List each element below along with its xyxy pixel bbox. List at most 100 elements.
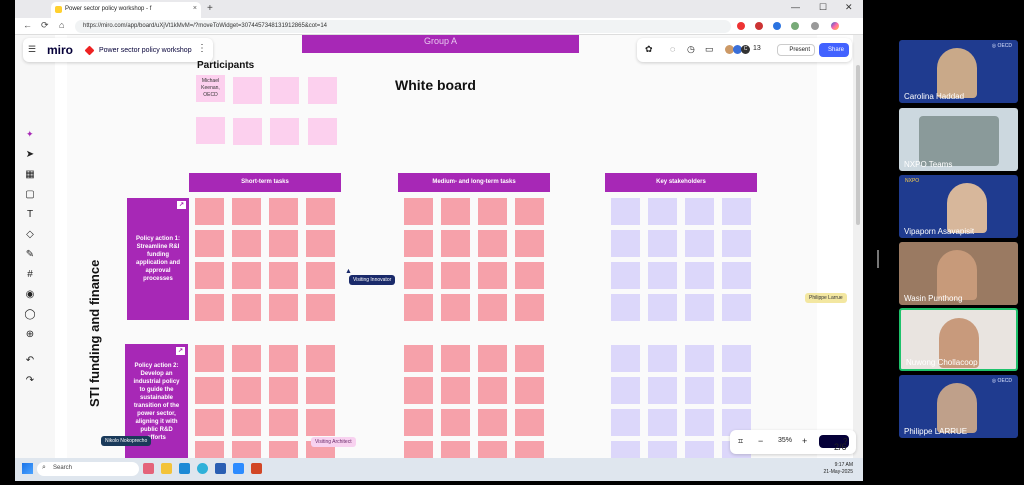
sticky-note[interactable] [685, 262, 714, 289]
sticky-note[interactable] [685, 409, 714, 436]
zoom-in-button[interactable]: + [802, 436, 807, 446]
sticky-note[interactable] [478, 262, 507, 289]
sticky-note[interactable] [648, 345, 677, 372]
sticky-note[interactable] [232, 345, 261, 372]
participant-sticky[interactable]: Michael Keenan, OECD [196, 75, 225, 102]
select-tool-icon[interactable]: ➤ [24, 149, 36, 161]
sticky-note[interactable] [404, 409, 433, 436]
sticky-note[interactable] [404, 230, 433, 257]
chat-icon[interactable]: ◌ [670, 44, 675, 54]
comment-icon[interactable]: ◯ [24, 309, 36, 321]
clock[interactable]: 9:17 AM 21-May-2025 [824, 462, 853, 476]
sticky-note[interactable] [648, 441, 677, 458]
sticky-note[interactable] [269, 377, 298, 404]
sticky-note[interactable] [404, 198, 433, 225]
fit-screen-icon[interactable]: ⌗ [738, 436, 743, 447]
video-tile[interactable]: ◎ OECD Philippe LARRUE [899, 375, 1018, 438]
back-icon[interactable]: ← [23, 20, 32, 30]
avatar[interactable]: C [741, 45, 750, 54]
apps-icon[interactable]: ◉ [24, 289, 36, 301]
participant-sticky[interactable] [233, 77, 262, 104]
sticky-note[interactable] [404, 262, 433, 289]
sticky-note[interactable] [441, 294, 470, 321]
sticky-note[interactable] [269, 294, 298, 321]
extension-icon[interactable] [737, 22, 745, 30]
video-icon[interactable]: ▭ [705, 44, 714, 55]
whiteboard-title[interactable]: White board [395, 77, 476, 93]
sticky-note[interactable] [722, 230, 751, 257]
timer-icon[interactable]: ◷ [687, 44, 695, 55]
sticky-note[interactable] [441, 377, 470, 404]
sticky-note[interactable] [306, 345, 335, 372]
sticky-note[interactable] [611, 377, 640, 404]
sticky-note[interactable] [515, 198, 544, 225]
sticky-note[interactable] [195, 441, 224, 458]
sticky-note[interactable] [685, 377, 714, 404]
sticky-note[interactable] [441, 441, 470, 458]
vertical-section-label[interactable]: STI funding and finance [87, 260, 102, 407]
sticky-note[interactable] [722, 294, 751, 321]
undo-icon[interactable]: ↶ [24, 355, 36, 367]
settings-more-icon[interactable] [811, 22, 819, 30]
header-medium-long-term[interactable]: Medium- and long-term tasks [398, 173, 550, 192]
ai-sparkle-icon[interactable]: ✦ [26, 129, 34, 140]
header-key-stakeholders[interactable]: Key stakeholders [605, 173, 757, 192]
sticky-note[interactable] [648, 377, 677, 404]
sticky-note[interactable] [232, 441, 261, 458]
close-tab-icon[interactable]: × [193, 5, 197, 12]
extension-icon[interactable] [755, 22, 763, 30]
sticky-note[interactable] [685, 294, 714, 321]
url-field[interactable]: https://miro.com/app/board/uXjVt1kMvM=/?… [75, 20, 731, 33]
sticky-note[interactable] [404, 294, 433, 321]
word-icon[interactable] [215, 463, 226, 474]
sticky-note[interactable] [441, 409, 470, 436]
more-options-icon[interactable]: ⋮ [197, 43, 207, 54]
sticky-note[interactable] [441, 230, 470, 257]
video-tile[interactable]: NXPO Teams [899, 108, 1018, 171]
sticky-note[interactable] [648, 198, 677, 225]
sticky-note[interactable] [441, 345, 470, 372]
sticky-note[interactable] [232, 198, 261, 225]
sticky-note[interactable] [478, 198, 507, 225]
sticky-note[interactable] [478, 409, 507, 436]
sticky-note[interactable] [685, 230, 714, 257]
browser-tab[interactable]: Power sector policy workshop - f × [51, 2, 201, 18]
sticky-note[interactable] [722, 377, 751, 404]
zoom-out-button[interactable]: − [758, 436, 763, 446]
powerpoint-icon[interactable] [251, 463, 262, 474]
video-tile[interactable]: NXPO Vipaporn Asavapisit [899, 175, 1018, 238]
sticky-note[interactable] [232, 262, 261, 289]
sticky-note[interactable] [404, 441, 433, 458]
sticky-note[interactable] [722, 262, 751, 289]
sticky-note[interactable] [515, 230, 544, 257]
close-window-button[interactable]: ✕ [845, 2, 853, 13]
participant-sticky[interactable] [196, 117, 225, 144]
sticky-note[interactable] [441, 262, 470, 289]
sticky-note[interactable] [515, 262, 544, 289]
sticky-note[interactable] [269, 262, 298, 289]
minimize-button[interactable]: — [791, 2, 800, 12]
sticky-note[interactable] [195, 230, 224, 257]
sticky-note[interactable] [195, 345, 224, 372]
participant-sticky[interactable] [233, 118, 262, 145]
shapes-icon[interactable]: ◇ [24, 229, 36, 241]
sticky-note[interactable] [648, 409, 677, 436]
sticky-note[interactable] [722, 345, 751, 372]
sticky-note[interactable] [404, 377, 433, 404]
miro-board[interactable]: ☰ miro Power sector policy workshop ⋮ Gr… [15, 35, 863, 458]
new-tab-button[interactable]: + [207, 3, 213, 14]
miro-logo[interactable]: miro [47, 43, 73, 57]
sticky-note[interactable] [515, 345, 544, 372]
help-icon[interactable]: ? [843, 437, 847, 446]
refresh-icon[interactable]: ⟳ [41, 20, 49, 31]
sticky-note[interactable] [195, 198, 224, 225]
panel-splitter[interactable] [877, 250, 879, 268]
app-icon[interactable] [143, 463, 154, 474]
menu-icon[interactable]: ☰ [28, 44, 36, 55]
sticky-note[interactable] [648, 294, 677, 321]
sticky-note[interactable] [515, 294, 544, 321]
edge-icon[interactable] [197, 463, 208, 474]
sticky-note[interactable] [478, 441, 507, 458]
sticky-note[interactable] [722, 198, 751, 225]
sticky-note[interactable] [478, 294, 507, 321]
